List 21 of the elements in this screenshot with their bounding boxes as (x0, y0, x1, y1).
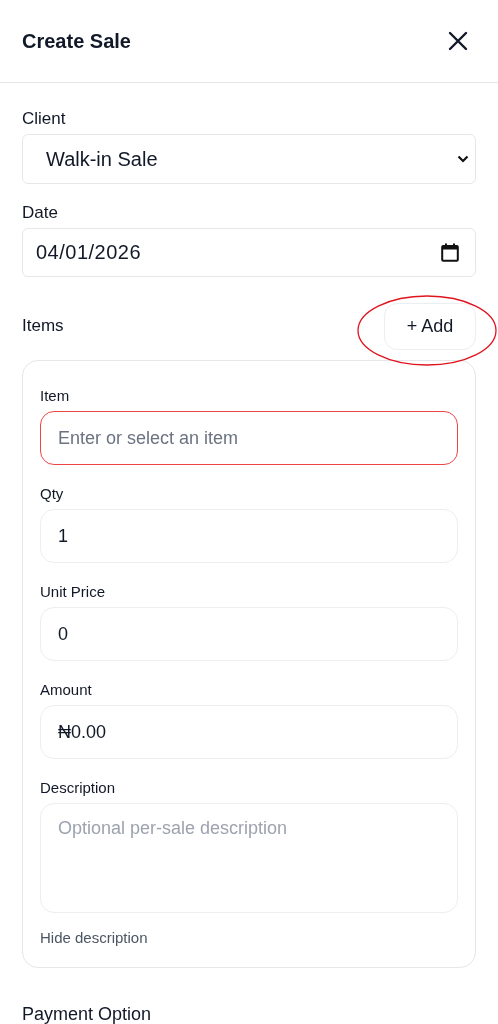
client-select[interactable]: Walk-in Sale (22, 134, 476, 184)
calendar-icon (441, 243, 459, 262)
field-label: Unit Price (40, 583, 107, 600)
field-label: Qty (40, 485, 65, 502)
field-label: Amount (40, 681, 93, 698)
description-field[interactable]: Optional per-sale description (40, 803, 458, 913)
chevron-down-icon (457, 155, 469, 163)
input-field[interactable]: Enter or select an item (40, 411, 458, 465)
field-label: Item (40, 387, 71, 404)
hide-description-link[interactable]: Hide description (40, 929, 148, 946)
input-field[interactable]: 0 (40, 607, 458, 661)
input-field[interactable]: 1 (40, 509, 458, 563)
field-label: Date (22, 203, 59, 223)
section-label: Items (22, 316, 64, 336)
input-field[interactable]: ₦0.00 (40, 705, 458, 759)
field-label: Description (40, 779, 117, 796)
section-label: Payment Option (22, 1004, 153, 1024)
dialog-title: Create Sale (22, 29, 131, 53)
date-field[interactable]: 04/01/2026 (22, 228, 476, 277)
add-button[interactable]: + Add (384, 302, 476, 350)
field-label: Client (22, 109, 67, 129)
